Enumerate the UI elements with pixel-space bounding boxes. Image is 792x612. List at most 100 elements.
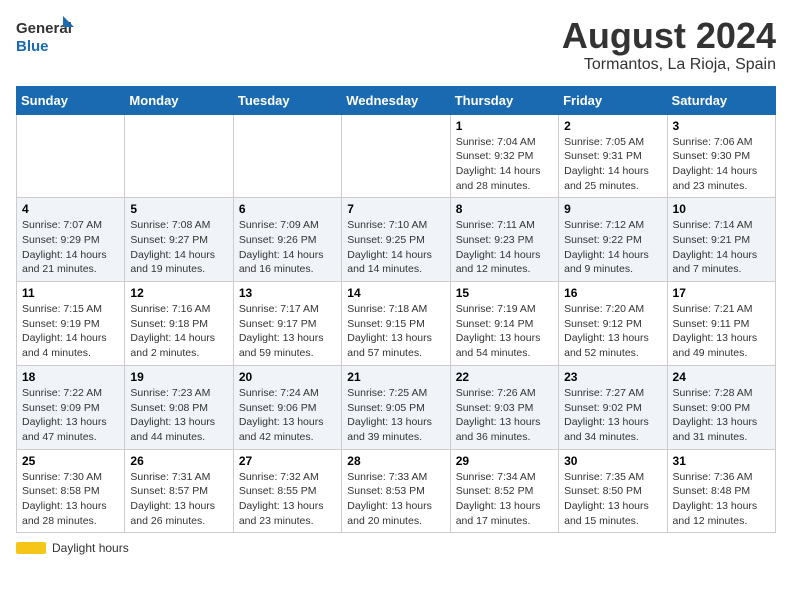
day-info: Sunrise: 7:34 AMSunset: 8:52 PMDaylight:… xyxy=(456,470,553,529)
day-info: Sunrise: 7:25 AMSunset: 9:05 PMDaylight:… xyxy=(347,386,444,445)
day-info: Sunrise: 7:20 AMSunset: 9:12 PMDaylight:… xyxy=(564,302,661,361)
main-title: August 2024 xyxy=(562,16,776,56)
day-number: 10 xyxy=(673,202,770,216)
calendar-cell: 2 Sunrise: 7:05 AMSunset: 9:31 PMDaylight… xyxy=(559,114,667,198)
day-info: Sunrise: 7:24 AMSunset: 9:06 PMDaylight:… xyxy=(239,386,336,445)
day-number: 23 xyxy=(564,370,661,384)
day-number: 14 xyxy=(347,286,444,300)
calendar-body: 1 Sunrise: 7:04 AMSunset: 9:32 PMDaylight… xyxy=(17,114,776,533)
title-area: August 2024 Tormantos, La Rioja, Spain xyxy=(562,16,776,74)
calendar-cell: 8 Sunrise: 7:11 AMSunset: 9:23 PMDaylight… xyxy=(450,198,558,282)
calendar-cell: 7 Sunrise: 7:10 AMSunset: 9:25 PMDaylight… xyxy=(342,198,450,282)
day-info: Sunrise: 7:14 AMSunset: 9:21 PMDaylight:… xyxy=(673,218,770,277)
day-info: Sunrise: 7:06 AMSunset: 9:30 PMDaylight:… xyxy=(673,135,770,194)
calendar-cell: 20 Sunrise: 7:24 AMSunset: 9:06 PMDayligh… xyxy=(233,365,341,449)
day-number: 1 xyxy=(456,119,553,133)
week-row-2: 4Sunrise: 7:07 AMSunset: 9:29 PMDaylight… xyxy=(17,198,776,282)
day-info: Sunrise: 7:32 AMSunset: 8:55 PMDaylight:… xyxy=(239,470,336,529)
header: GeneralBlue August 2024 Tormantos, La Ri… xyxy=(16,16,776,74)
day-number: 30 xyxy=(564,454,661,468)
day-info: Sunrise: 7:11 AMSunset: 9:23 PMDaylight:… xyxy=(456,218,553,277)
calendar-cell: 14 Sunrise: 7:18 AMSunset: 9:15 PMDayligh… xyxy=(342,282,450,366)
calendar-cell: 1 Sunrise: 7:04 AMSunset: 9:32 PMDaylight… xyxy=(450,114,558,198)
logo: GeneralBlue xyxy=(16,16,76,54)
header-sunday: Sunday xyxy=(17,86,125,114)
day-number: 20 xyxy=(239,370,336,384)
calendar-cell: 21Sunrise: 7:25 AMSunset: 9:05 PMDayligh… xyxy=(342,365,450,449)
day-number: 22 xyxy=(456,370,553,384)
week-row-1: 1 Sunrise: 7:04 AMSunset: 9:32 PMDaylight… xyxy=(17,114,776,198)
calendar-cell: 13 Sunrise: 7:17 AMSunset: 9:17 PMDayligh… xyxy=(233,282,341,366)
calendar-cell: 9 Sunrise: 7:12 AMSunset: 9:22 PMDaylight… xyxy=(559,198,667,282)
header-saturday: Saturday xyxy=(667,86,775,114)
day-number: 13 xyxy=(239,286,336,300)
week-row-4: 18 Sunrise: 7:22 AMSunset: 9:09 PMDayligh… xyxy=(17,365,776,449)
day-number: 18 xyxy=(22,370,119,384)
day-info: Sunrise: 7:17 AMSunset: 9:17 PMDaylight:… xyxy=(239,302,336,361)
day-info: Sunrise: 7:23 AMSunset: 9:08 PMDaylight:… xyxy=(130,386,227,445)
header-tuesday: Tuesday xyxy=(233,86,341,114)
day-number: 28 xyxy=(347,454,444,468)
day-info: Sunrise: 7:05 AMSunset: 9:31 PMDaylight:… xyxy=(564,135,661,194)
day-number: 7 xyxy=(347,202,444,216)
day-info: Sunrise: 7:27 AMSunset: 9:02 PMDaylight:… xyxy=(564,386,661,445)
day-info: Sunrise: 7:18 AMSunset: 9:15 PMDaylight:… xyxy=(347,302,444,361)
calendar-cell: 27Sunrise: 7:32 AMSunset: 8:55 PMDayligh… xyxy=(233,449,341,533)
day-info: Sunrise: 7:28 AMSunset: 9:00 PMDaylight:… xyxy=(673,386,770,445)
day-info: Sunrise: 7:16 AMSunset: 9:18 PMDaylight:… xyxy=(130,302,227,361)
day-number: 6 xyxy=(239,202,336,216)
day-number: 25 xyxy=(22,454,119,468)
header-monday: Monday xyxy=(125,86,233,114)
calendar-cell: 31Sunrise: 7:36 AMSunset: 8:48 PMDayligh… xyxy=(667,449,775,533)
week-row-5: 25 Sunrise: 7:30 AMSunset: 8:58 PMDayligh… xyxy=(17,449,776,533)
day-info: Sunrise: 7:21 AMSunset: 9:11 PMDaylight:… xyxy=(673,302,770,361)
day-info: Sunrise: 7:08 AMSunset: 9:27 PMDaylight:… xyxy=(130,218,227,277)
day-info: Sunrise: 7:15 AMSunset: 9:19 PMDaylight:… xyxy=(22,302,119,361)
day-info: Sunrise: 7:35 AMSunset: 8:50 PMDaylight:… xyxy=(564,470,661,529)
day-number: 15 xyxy=(456,286,553,300)
calendar-cell: 23 Sunrise: 7:27 AMSunset: 9:02 PMDayligh… xyxy=(559,365,667,449)
day-info: Sunrise: 7:22 AMSunset: 9:09 PMDaylight:… xyxy=(22,386,119,445)
calendar-cell: 22Sunrise: 7:26 AMSunset: 9:03 PMDayligh… xyxy=(450,365,558,449)
day-number: 24 xyxy=(673,370,770,384)
calendar-cell: 16Sunrise: 7:20 AMSunset: 9:12 PMDayligh… xyxy=(559,282,667,366)
calendar-cell: 17 Sunrise: 7:21 AMSunset: 9:11 PMDayligh… xyxy=(667,282,775,366)
calendar-header: SundayMondayTuesdayWednesdayThursdayFrid… xyxy=(17,86,776,114)
day-number: 17 xyxy=(673,286,770,300)
header-wednesday: Wednesday xyxy=(342,86,450,114)
calendar-table: SundayMondayTuesdayWednesdayThursdayFrid… xyxy=(16,86,776,534)
day-info: Sunrise: 7:04 AMSunset: 9:32 PMDaylight:… xyxy=(456,135,553,194)
calendar-cell xyxy=(17,114,125,198)
day-info: Sunrise: 7:10 AMSunset: 9:25 PMDaylight:… xyxy=(347,218,444,277)
header-friday: Friday xyxy=(559,86,667,114)
calendar-cell: 25 Sunrise: 7:30 AMSunset: 8:58 PMDayligh… xyxy=(17,449,125,533)
day-info: Sunrise: 7:09 AMSunset: 9:26 PMDaylight:… xyxy=(239,218,336,277)
daylight-bar-icon xyxy=(16,542,46,554)
calendar-cell: 30 Sunrise: 7:35 AMSunset: 8:50 PMDayligh… xyxy=(559,449,667,533)
calendar-cell: 12 Sunrise: 7:16 AMSunset: 9:18 PMDayligh… xyxy=(125,282,233,366)
logo-icon: GeneralBlue xyxy=(16,16,76,54)
day-number: 9 xyxy=(564,202,661,216)
calendar-cell: 24 Sunrise: 7:28 AMSunset: 9:00 PMDayligh… xyxy=(667,365,775,449)
day-number: 2 xyxy=(564,119,661,133)
calendar-cell: 18 Sunrise: 7:22 AMSunset: 9:09 PMDayligh… xyxy=(17,365,125,449)
day-number: 5 xyxy=(130,202,227,216)
subtitle: Tormantos, La Rioja, Spain xyxy=(562,56,776,74)
day-info: Sunrise: 7:07 AMSunset: 9:29 PMDaylight:… xyxy=(22,218,119,277)
calendar-cell: 4Sunrise: 7:07 AMSunset: 9:29 PMDaylight… xyxy=(17,198,125,282)
day-info: Sunrise: 7:12 AMSunset: 9:22 PMDaylight:… xyxy=(564,218,661,277)
day-number: 26 xyxy=(130,454,227,468)
calendar-cell xyxy=(125,114,233,198)
day-number: 8 xyxy=(456,202,553,216)
calendar-cell xyxy=(342,114,450,198)
day-info: Sunrise: 7:31 AMSunset: 8:57 PMDaylight:… xyxy=(130,470,227,529)
calendar-cell xyxy=(233,114,341,198)
calendar-cell: 28Sunrise: 7:33 AMSunset: 8:53 PMDayligh… xyxy=(342,449,450,533)
daylight-label: Daylight hours xyxy=(52,541,129,555)
calendar-cell: 29Sunrise: 7:34 AMSunset: 8:52 PMDayligh… xyxy=(450,449,558,533)
calendar-cell: 26 Sunrise: 7:31 AMSunset: 8:57 PMDayligh… xyxy=(125,449,233,533)
day-number: 12 xyxy=(130,286,227,300)
day-info: Sunrise: 7:30 AMSunset: 8:58 PMDaylight:… xyxy=(22,470,119,529)
week-row-3: 11Sunrise: 7:15 AMSunset: 9:19 PMDayligh… xyxy=(17,282,776,366)
day-info: Sunrise: 7:19 AMSunset: 9:14 PMDaylight:… xyxy=(456,302,553,361)
